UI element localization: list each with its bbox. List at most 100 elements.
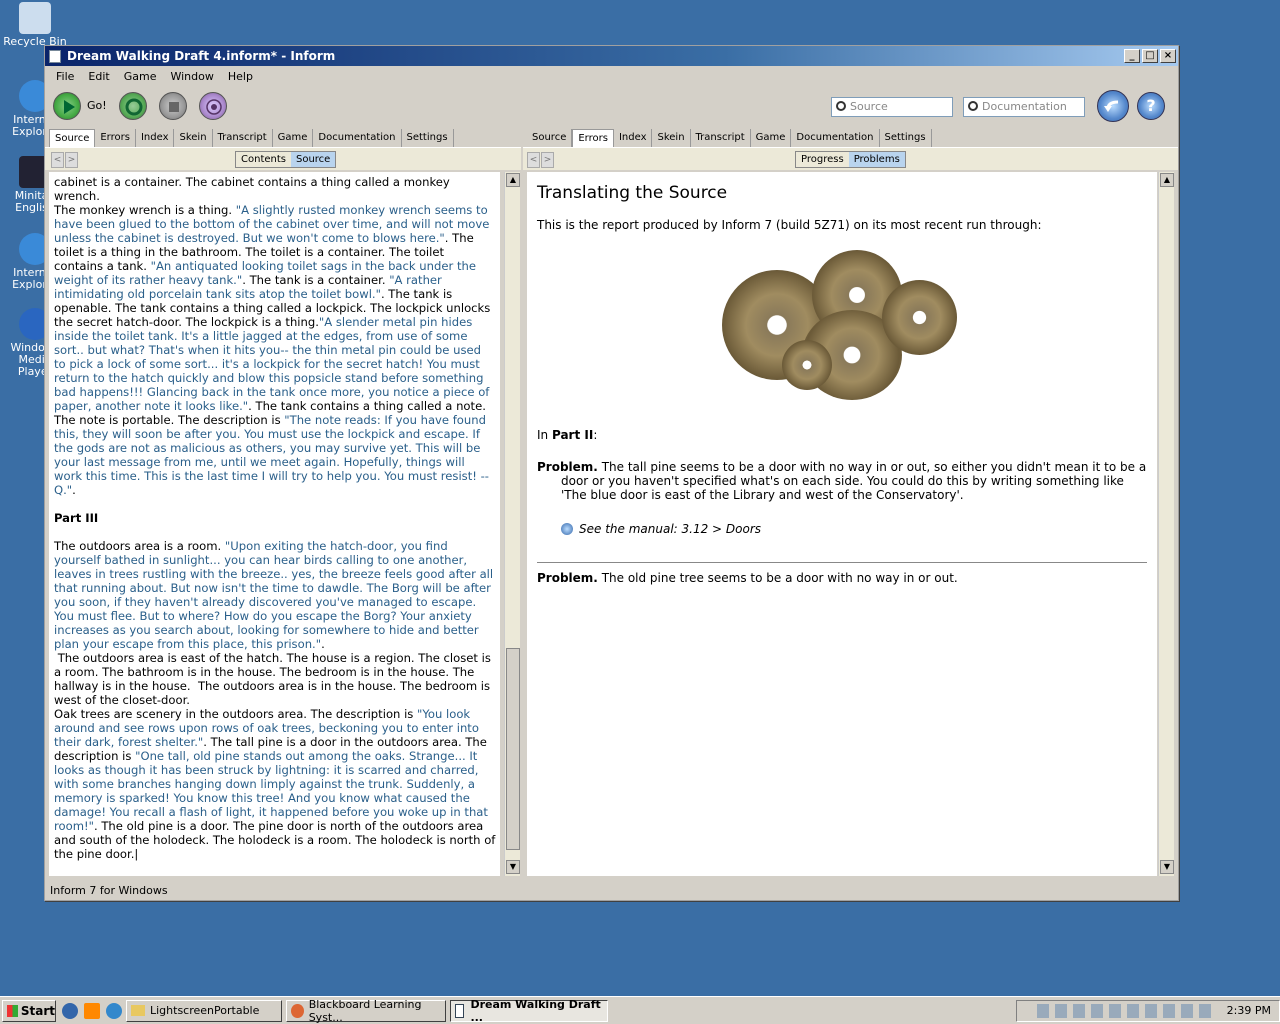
history-forward-button[interactable]: > (65, 152, 78, 168)
quicklaunch-ie-icon[interactable] (106, 1002, 122, 1019)
source-heading: Part III (54, 511, 99, 525)
task-lightscreen[interactable]: LightscreenPortable (126, 999, 282, 1022)
right-sub-bar: < > Progress Problems (523, 148, 1178, 170)
desktop-icon-recycle-bin[interactable]: Recycle Bin (0, 2, 70, 48)
gears-image (722, 250, 962, 400)
go-label[interactable]: Go! (87, 99, 107, 112)
task-blackboard[interactable]: Blackboard Learning Syst... (286, 998, 446, 1024)
report-scrollbar[interactable]: ▲ ▼ (1158, 172, 1174, 876)
inform-icon (455, 1003, 465, 1018)
windows-logo-icon (7, 1004, 18, 1017)
replay-button[interactable] (119, 92, 147, 120)
close-button[interactable]: × (1160, 49, 1176, 63)
menu-window[interactable]: Window (163, 70, 220, 83)
release-button[interactable] (199, 92, 227, 120)
start-button[interactable]: Start (2, 999, 56, 1022)
tab-game[interactable]: Game (273, 129, 314, 147)
inform-app-icon (49, 49, 61, 63)
tab-source[interactable]: Source (527, 129, 573, 147)
clock[interactable]: 2:39 PM (1227, 1004, 1271, 1017)
right-pane: Source Errors Index Skein Transcript Gam… (523, 128, 1178, 880)
menu-file[interactable]: File (49, 70, 81, 83)
scroll-up-button[interactable]: ▲ (1160, 173, 1174, 187)
history-back-button[interactable]: < (527, 152, 540, 168)
manual-link[interactable]: See the manual: 3.12 > Doors (579, 522, 761, 536)
tab-errors[interactable]: Errors (572, 129, 614, 147)
report-title: Translating the Source (537, 183, 728, 203)
right-tab-bar: Source Errors Index Skein Transcript Gam… (523, 128, 1178, 148)
tab-documentation[interactable]: Documentation (313, 129, 402, 147)
taskbar: Start LightscreenPortable Blackboard Lea… (0, 996, 1280, 1024)
source-scrollbar[interactable]: ▲ ▼ (504, 172, 520, 876)
recycle-bin-icon (19, 2, 51, 34)
tray-icons[interactable] (1036, 1003, 1217, 1018)
scroll-thumb[interactable] (506, 648, 520, 850)
minimize-button[interactable]: _ (1124, 49, 1140, 63)
tab-skein[interactable]: Skein (174, 129, 213, 147)
left-tab-bar: Source Errors Index Skein Transcript Gam… (45, 128, 521, 148)
part-heading: In Part II: (537, 428, 1147, 442)
inform-window: Dream Walking Draft 4.inform* - Inform _… (44, 45, 1179, 901)
tab-settings[interactable]: Settings (880, 129, 932, 147)
quicklaunch-media-icon[interactable] (62, 1002, 78, 1019)
problem-2: Problem. The old pine tree seems to be a… (537, 571, 1147, 585)
tab-transcript[interactable]: Transcript (691, 129, 751, 147)
source-view-switch: Contents Source (235, 151, 337, 168)
problem-1: Problem. The tall pine seems to be a doo… (537, 460, 1147, 502)
menu-help[interactable]: Help (221, 70, 260, 83)
tab-skein[interactable]: Skein (652, 129, 691, 147)
task-dream-walking[interactable]: Dream Walking Draft ... (450, 998, 608, 1024)
segment-problems[interactable]: Problems (848, 152, 905, 167)
help-icon: ? (1146, 96, 1156, 115)
status-bar: Inform 7 for Windows (45, 882, 1178, 900)
errors-view-switch: Progress Problems (795, 151, 906, 168)
tab-documentation[interactable]: Documentation (791, 129, 880, 147)
manual-link-icon (561, 523, 573, 535)
report-intro: This is the report produced by Inform 7 … (537, 218, 1042, 232)
history-back-button[interactable]: < (51, 152, 64, 168)
back-arrow-icon (1104, 100, 1119, 112)
task-label: LightscreenPortable (150, 1004, 260, 1017)
tab-settings[interactable]: Settings (402, 129, 454, 147)
maximize-button[interactable]: □ (1142, 49, 1158, 63)
left-pane: Source Errors Index Skein Transcript Gam… (45, 128, 521, 880)
source-text: . (72, 483, 76, 497)
tab-index[interactable]: Index (614, 129, 653, 147)
source-editor[interactable]: cabinet is a container. The cabinet cont… (49, 172, 500, 876)
menu-edit[interactable]: Edit (81, 70, 116, 83)
tab-index[interactable]: Index (136, 129, 175, 147)
scroll-down-button[interactable]: ▼ (1160, 860, 1174, 874)
search-icon (968, 101, 978, 111)
source-search-input[interactable]: Source (831, 97, 953, 117)
manual-reference[interactable]: See the manual: 3.12 > Doors (561, 522, 1147, 536)
source-text: . The tank is a container. (242, 273, 390, 287)
go-button[interactable] (53, 92, 81, 120)
scroll-down-button[interactable]: ▼ (506, 860, 520, 874)
source-quoted-text: "Upon exiting the hatch-door, you find y… (54, 539, 497, 651)
system-tray: 2:39 PM (1016, 999, 1280, 1022)
tab-transcript[interactable]: Transcript (213, 129, 273, 147)
part-suffix: : (593, 428, 598, 442)
tab-source[interactable]: Source (49, 129, 96, 147)
part-prefix: In (537, 428, 552, 442)
documentation-search-input[interactable]: Documentation (963, 97, 1085, 117)
quicklaunch-vlc-icon[interactable] (84, 1002, 100, 1019)
search-icon (836, 101, 846, 111)
start-label: Start (20, 1003, 55, 1018)
back-button[interactable] (1097, 90, 1129, 122)
problem-2-text: The old pine tree seems to be a door wit… (597, 571, 958, 585)
segment-source[interactable]: Source (290, 152, 336, 167)
title-bar[interactable]: Dream Walking Draft 4.inform* - Inform _… (45, 46, 1178, 66)
stop-button[interactable] (159, 92, 187, 120)
scroll-up-button[interactable]: ▲ (506, 173, 520, 187)
tab-errors[interactable]: Errors (95, 129, 136, 147)
stop-icon (169, 102, 179, 112)
menu-game[interactable]: Game (117, 70, 164, 83)
history-forward-button[interactable]: > (541, 152, 554, 168)
source-text: . The old pine is a door. The pine door … (54, 819, 500, 861)
help-button[interactable]: ? (1137, 92, 1165, 120)
tab-game[interactable]: Game (751, 129, 792, 147)
refresh-icon (125, 98, 143, 116)
segment-contents[interactable]: Contents (236, 152, 291, 167)
segment-progress[interactable]: Progress (796, 152, 849, 167)
